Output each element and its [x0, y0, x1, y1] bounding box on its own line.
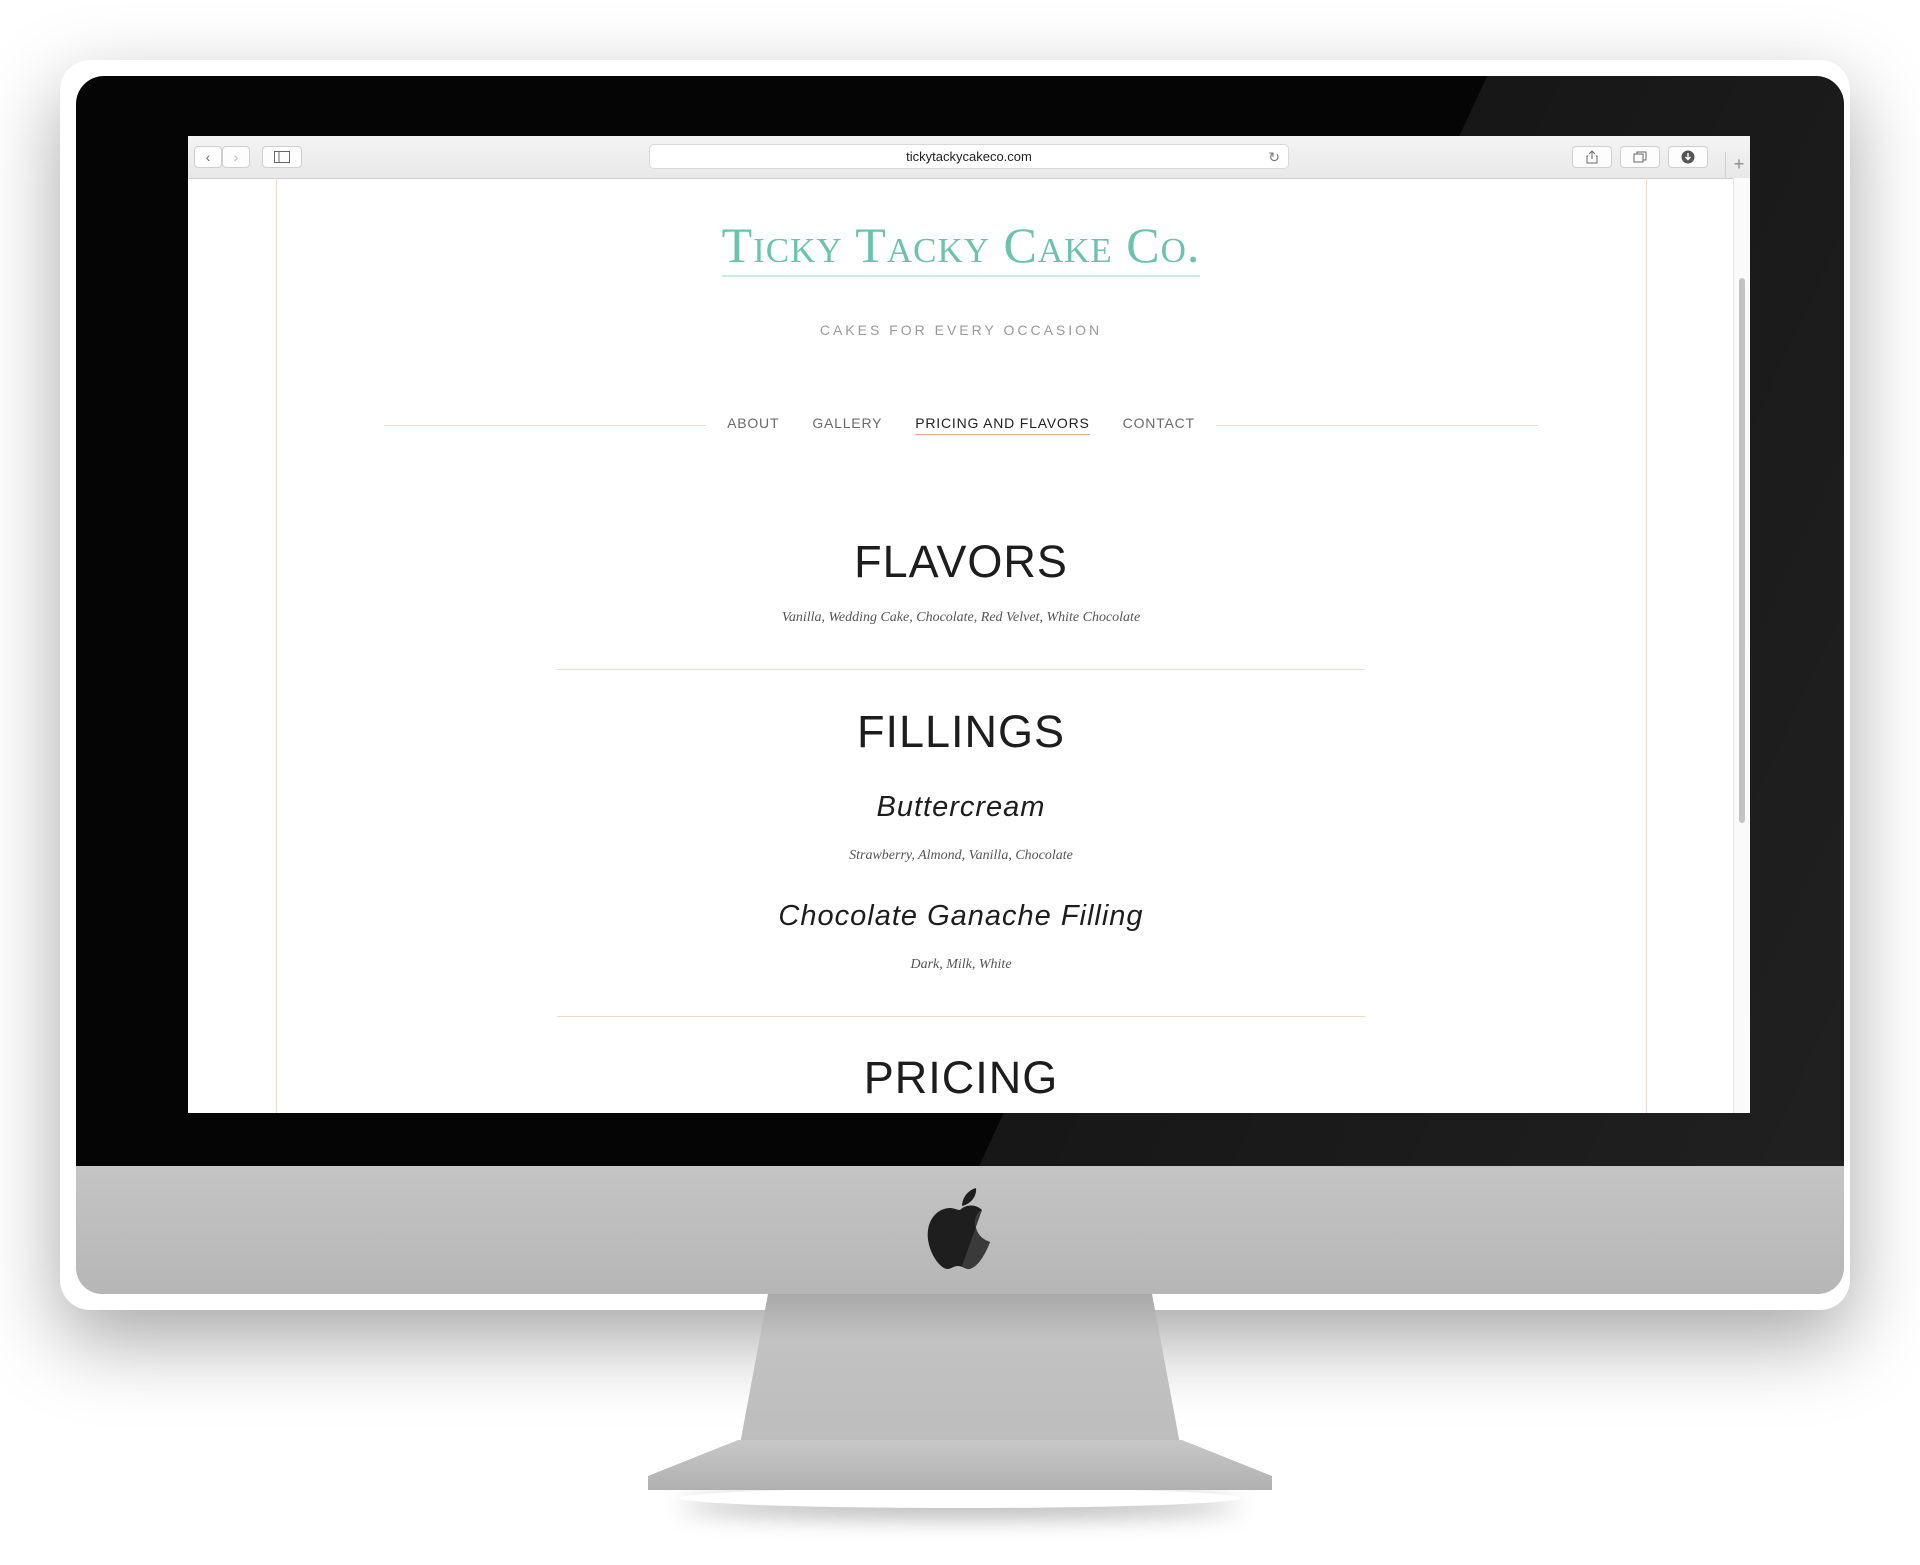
- download-icon: [1681, 150, 1695, 164]
- chevron-left-icon: ‹: [205, 149, 211, 165]
- site-tagline: CAKES FOR EVERY OCCASION: [819, 322, 1103, 338]
- share-button[interactable]: [1572, 146, 1612, 168]
- downloads-button[interactable]: [1668, 146, 1708, 168]
- section-divider: [557, 669, 1365, 670]
- forward-button[interactable]: ›: [222, 146, 250, 168]
- stand-shadow: [680, 1488, 1240, 1508]
- browser-window: ‹ › tickytackycakeco.com ↻ + Ticky Tacky…: [188, 136, 1750, 1113]
- site-title[interactable]: Ticky Tacky Cake Co.: [188, 216, 1734, 277]
- site-title-text[interactable]: Ticky Tacky Cake Co.: [721, 217, 1201, 277]
- nav-item-contact[interactable]: CONTACT: [1123, 415, 1195, 435]
- main-nav: ABOUT GALLERY PRICING AND FLAVORS CONTAC…: [188, 415, 1734, 435]
- nav-item-about[interactable]: ABOUT: [727, 415, 779, 435]
- nav-item-gallery[interactable]: GALLERY: [812, 415, 882, 435]
- tabs-icon: [1633, 151, 1647, 163]
- nav-item-pricing-and-flavors[interactable]: PRICING AND FLAVORS: [915, 415, 1090, 435]
- share-icon: [1586, 150, 1598, 164]
- filling-name: Buttercream: [876, 791, 1046, 823]
- filling-options: Strawberry, Almond, Vanilla, Chocolate: [849, 848, 1073, 863]
- tabs-overview-button[interactable]: [1620, 146, 1660, 168]
- browser-toolbar: ‹ › tickytackycakeco.com ↻ +: [188, 136, 1750, 179]
- flavors-list: Vanilla, Wedding Cake, Chocolate, Red Ve…: [781, 610, 1141, 625]
- address-bar[interactable]: tickytackycakeco.com ↻: [649, 144, 1289, 169]
- new-tab-button[interactable]: +: [1725, 152, 1750, 178]
- filling-options: Dark, Milk, White: [910, 957, 1012, 972]
- scrollbar[interactable]: [1733, 178, 1750, 1113]
- fillings-heading: FILLINGS: [856, 706, 1066, 757]
- flavors-heading: FLAVORS: [854, 536, 1068, 587]
- monitor-stand-neck: [740, 1294, 1180, 1444]
- monitor-stand-foot: [648, 1440, 1272, 1490]
- sidebar-button[interactable]: [262, 146, 302, 168]
- apple-logo-icon: [927, 1188, 990, 1269]
- section-divider: [557, 1016, 1365, 1017]
- scrollbar-thumb[interactable]: [1739, 278, 1745, 823]
- chevron-right-icon: ›: [233, 149, 239, 165]
- reload-icon[interactable]: ↻: [1268, 145, 1280, 169]
- sidebar-icon: [274, 151, 290, 163]
- filling-name: Chocolate Ganache Filling: [778, 900, 1144, 932]
- url-text: tickytackycakeco.com: [906, 149, 1032, 164]
- back-button[interactable]: ‹: [194, 146, 222, 168]
- pricing-heading: PRICING: [863, 1052, 1059, 1103]
